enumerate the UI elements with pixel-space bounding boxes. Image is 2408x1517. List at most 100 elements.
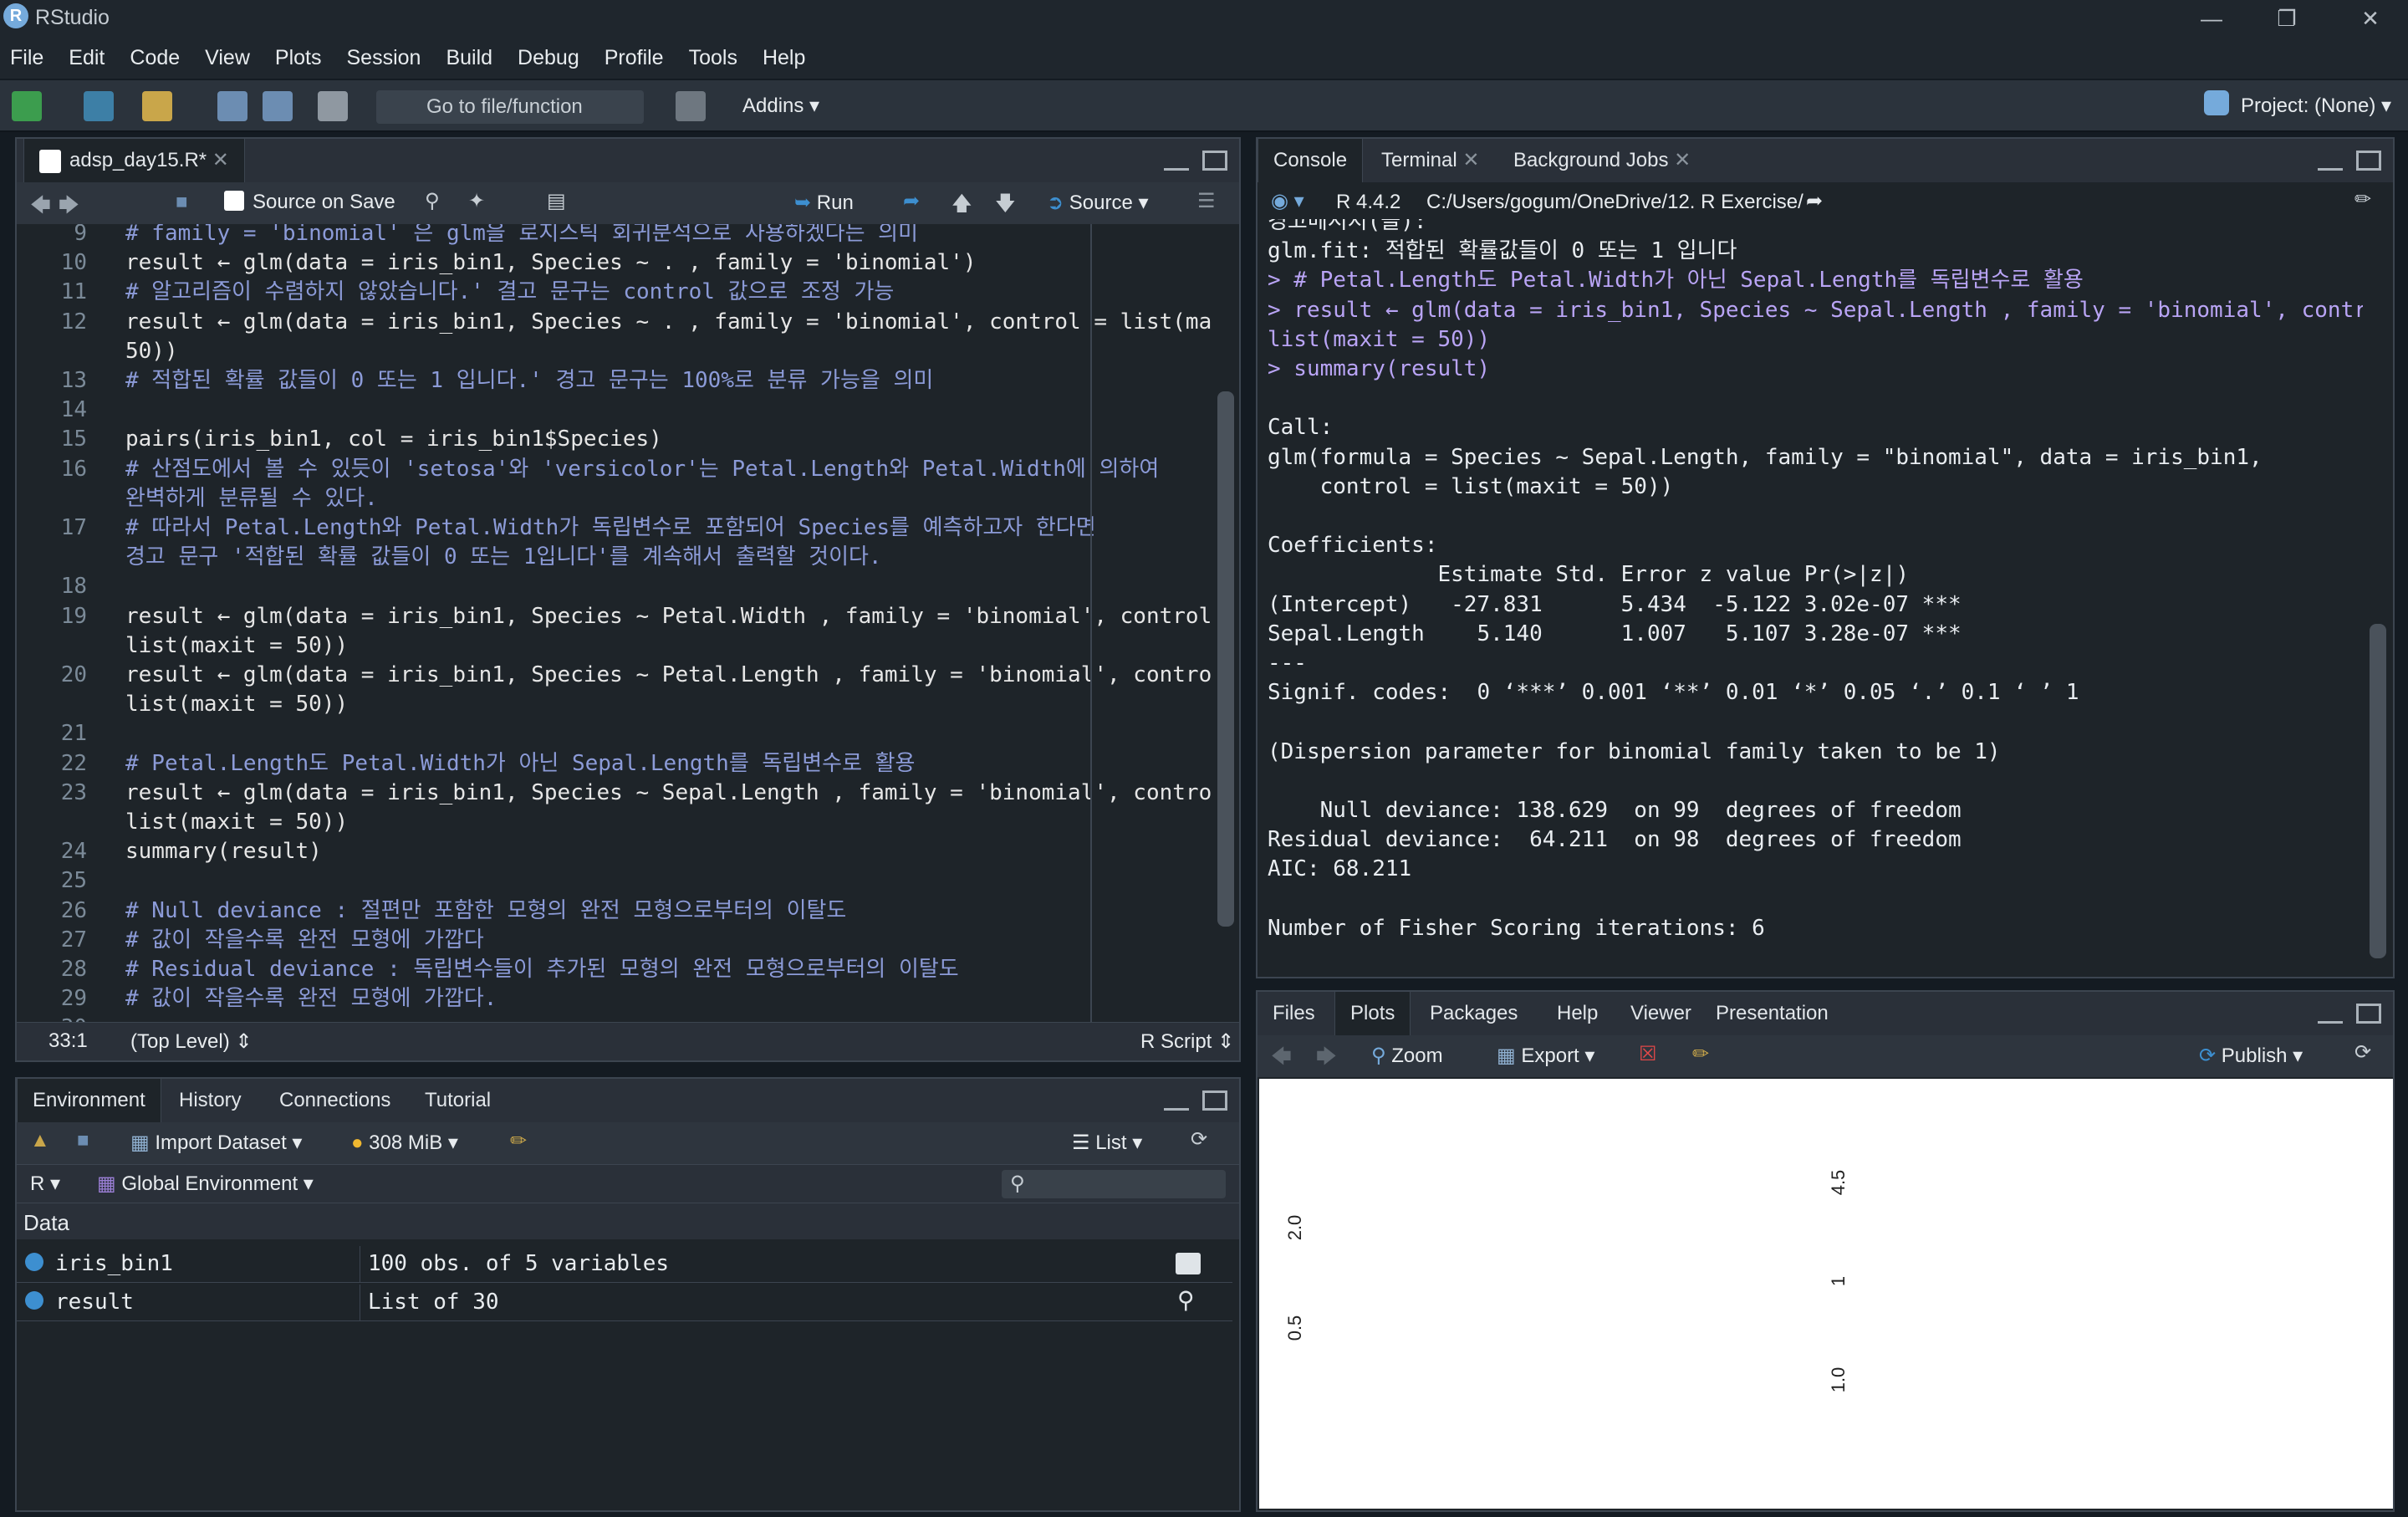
menu-tools[interactable]: Tools — [689, 46, 737, 70]
console-line: glm(formula = Species ~ Sepal.Length, fa… — [1268, 444, 2263, 470]
maximize-plots-icon[interactable] — [2356, 1004, 2381, 1024]
clear-console-icon[interactable]: ✏ — [2354, 187, 2371, 212]
maximize-env-icon[interactable] — [1202, 1091, 1227, 1111]
code-editor[interactable]: 9 # family = 'binomial' 은 glm을 로지스틱 회귀분석으… — [17, 224, 1212, 1024]
grid-icon[interactable] — [676, 91, 706, 121]
menu-session[interactable]: Session — [347, 46, 421, 70]
run-button[interactable]: ➥ Run — [794, 191, 854, 215]
tab-history[interactable]: History — [164, 1079, 257, 1122]
search-icon[interactable]: ⚲ — [425, 189, 440, 213]
source-on-save-checkbox[interactable] — [224, 191, 244, 211]
line-number: 23 — [60, 779, 87, 805]
minimize-env-icon[interactable] — [1164, 1091, 1189, 1111]
memory-usage-button[interactable]: ● 308 MiB ▾ — [351, 1131, 458, 1155]
language-selector[interactable]: R ▾ — [30, 1172, 60, 1196]
menu-build[interactable]: Build — [446, 46, 492, 70]
save-workspace-icon[interactable]: ■ — [77, 1129, 89, 1152]
magic-wand-icon[interactable]: ✦ — [468, 189, 485, 213]
open-file-icon[interactable] — [142, 91, 172, 121]
menu-profile[interactable]: Profile — [605, 46, 664, 70]
editor-scrollbar[interactable] — [1217, 391, 1234, 927]
close-jobs-icon[interactable]: ✕ — [1674, 149, 1691, 171]
addins-menu[interactable]: Addins ▾ — [742, 94, 819, 118]
restore-icon[interactable]: ❐ — [2249, 0, 2324, 37]
menu-edit[interactable]: Edit — [69, 46, 105, 70]
zoom-button[interactable]: ⚲ Zoom — [1371, 1044, 1443, 1068]
env-row-result[interactable]: result List of 30 ⚲ — [17, 1285, 1232, 1321]
tab-background-jobs[interactable]: Background Jobs ✕ — [1498, 139, 1706, 182]
back-arrow-icon[interactable]: 🡄 — [30, 191, 51, 225]
close-terminal-icon[interactable]: ✕ — [1462, 149, 1479, 171]
next-plot-icon[interactable]: 🡆 — [1316, 1042, 1337, 1076]
menu-debug[interactable]: Debug — [518, 46, 579, 70]
project-menu[interactable]: Project: (None) ▾ — [2241, 94, 2391, 118]
tab-terminal[interactable]: Terminal ✕ — [1366, 139, 1494, 182]
export-button[interactable]: ▦ Export ▾ — [1497, 1044, 1594, 1068]
save-file-icon[interactable]: ■ — [176, 191, 188, 214]
outline-icon[interactable]: ☰ — [1197, 189, 1216, 213]
file-type-selector[interactable]: R Script ⇕ — [1140, 1029, 1234, 1054]
view-mode-button[interactable]: ☰ List ▾ — [1072, 1131, 1142, 1155]
menu-file[interactable]: File — [10, 46, 43, 70]
save-icon[interactable] — [217, 91, 247, 121]
tab-connections[interactable]: Connections — [264, 1079, 406, 1122]
menu-view[interactable]: View — [205, 46, 250, 70]
expand-icon[interactable] — [25, 1253, 43, 1271]
minimize-plots-icon[interactable] — [2318, 1004, 2343, 1024]
tab-tutorial[interactable]: Tutorial — [410, 1079, 506, 1122]
magnifier-icon[interactable]: ⚲ — [1177, 1286, 1195, 1314]
tab-help[interactable]: Help — [1542, 992, 1613, 1035]
close-tab-icon[interactable]: ✕ — [212, 149, 229, 171]
maximize-console-icon[interactable] — [2356, 151, 2381, 171]
close-icon[interactable]: ✕ — [2333, 0, 2408, 37]
new-file-icon[interactable] — [12, 91, 42, 121]
console-scrollbar[interactable] — [2370, 624, 2386, 958]
code-line: result ← glm(data = iris_bin1, Species ~… — [125, 309, 1212, 335]
minimize-pane-icon[interactable] — [1164, 151, 1189, 171]
forward-arrow-icon[interactable]: 🡆 — [59, 191, 79, 225]
tab-adsp-day15[interactable]: adsp_day15.R* ✕ — [23, 139, 245, 182]
new-project-icon[interactable] — [84, 91, 114, 121]
tab-viewer[interactable]: Viewer — [1615, 992, 1707, 1035]
env-search-input[interactable]: ⚲ — [1002, 1170, 1226, 1198]
up-arrow-icon[interactable]: 🡅 — [951, 189, 972, 223]
menu-plots[interactable]: Plots — [275, 46, 322, 70]
table-view-icon[interactable] — [1176, 1253, 1201, 1274]
compile-report-icon[interactable]: ▤ — [547, 189, 566, 213]
menu-code[interactable]: Code — [130, 46, 180, 70]
tab-plots[interactable]: Plots — [1334, 992, 1411, 1035]
goto-directory-icon[interactable]: ➦ — [1806, 189, 1823, 213]
scope-selector-env[interactable]: ▦ Global Environment ▾ — [97, 1172, 314, 1196]
tab-files[interactable]: Files — [1258, 992, 1330, 1035]
go-to-file-input[interactable]: Go to file/function — [376, 90, 644, 124]
tab-packages[interactable]: Packages — [1415, 992, 1533, 1035]
minimize-icon[interactable]: — — [2174, 0, 2249, 37]
r-version-icon[interactable]: ◉ ▾ — [1271, 189, 1304, 213]
clear-plots-icon[interactable]: ✏ — [1692, 1042, 1709, 1066]
source-button[interactable]: ➲ Source ▾ — [1047, 191, 1149, 215]
prev-plot-icon[interactable]: 🡄 — [1271, 1042, 1292, 1076]
load-workspace-icon[interactable]: ▲ — [30, 1129, 50, 1152]
menu-help[interactable]: Help — [763, 46, 805, 70]
import-dataset-button[interactable]: ▦ Import Dataset ▾ — [130, 1131, 302, 1155]
rerun-icon[interactable]: ➦ — [903, 189, 920, 213]
tab-presentation[interactable]: Presentation — [1701, 992, 1844, 1035]
expand-icon[interactable] — [25, 1291, 43, 1310]
print-icon[interactable] — [318, 91, 348, 121]
tab-environment[interactable]: Environment — [17, 1079, 161, 1122]
env-row-iris-bin1[interactable]: iris_bin1 100 obs. of 5 variables — [17, 1246, 1232, 1283]
broom-icon[interactable]: ✏ — [510, 1129, 527, 1153]
scope-selector[interactable]: (Top Level) ⇕ — [130, 1029, 253, 1054]
console-output[interactable]: 경고메시지(들): glm.fit: 적합된 확률값들이 0 또는 1 입니다 > … — [1268, 219, 2363, 947]
refresh-icon[interactable]: ⟳ — [1191, 1127, 1207, 1152]
r-version: R 4.4.2 — [1336, 191, 1401, 213]
publish-button[interactable]: ⟳ Publish ▾ — [2199, 1044, 2303, 1068]
code-line: pairs(iris_bin1, col = iris_bin1$Species… — [125, 426, 662, 452]
refresh-plot-icon[interactable]: ⟳ — [2354, 1040, 2371, 1065]
save-all-icon[interactable] — [263, 91, 293, 121]
remove-plot-icon[interactable]: ☒ — [1639, 1042, 1657, 1066]
minimize-console-icon[interactable] — [2318, 151, 2343, 171]
tab-console[interactable]: Console — [1258, 139, 1364, 182]
maximize-pane-icon[interactable] — [1202, 151, 1227, 171]
down-arrow-icon[interactable]: 🡇 — [995, 189, 1016, 223]
